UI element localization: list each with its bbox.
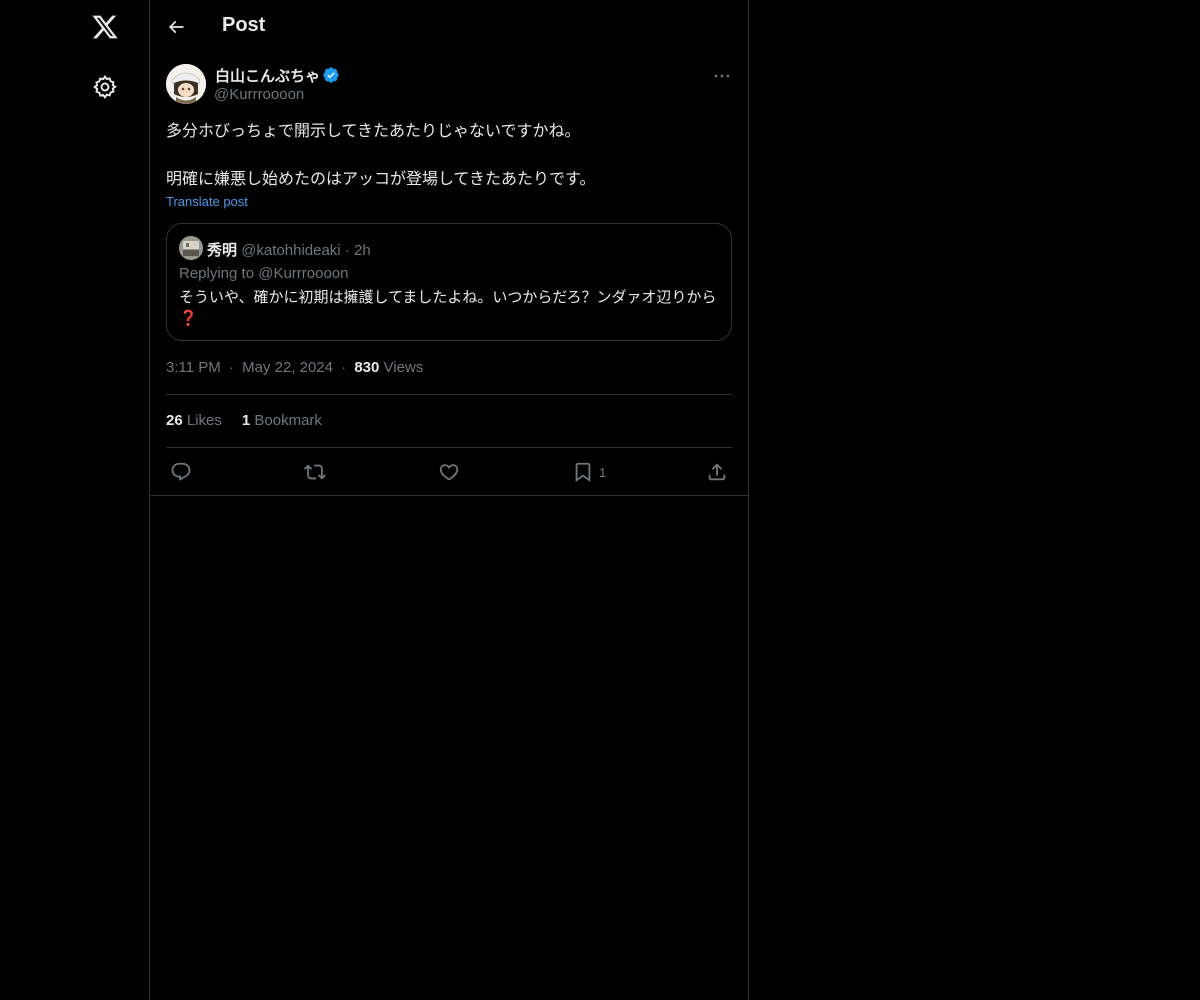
post-text: 多分ホびっちょで開示してきたあたりじゃないですかね。 明確に嫌悪し始めたのはアッ… <box>166 120 732 192</box>
question-mark-emoji-icon: ❓ <box>179 310 198 327</box>
arrow-left-icon[interactable] <box>166 17 186 37</box>
views-label: Views <box>383 359 424 376</box>
reply-icon[interactable] <box>170 461 192 483</box>
left-nav-rail <box>0 0 149 1000</box>
post-time[interactable]: 3:11 PM <box>166 359 221 376</box>
post-text-line: 明確に嫌悪し始めたのはアッコが登場してきたあたりです。 <box>166 171 596 188</box>
repost-icon[interactable] <box>304 461 326 483</box>
post-stats: 26 Likes 1 Bookmark <box>166 412 322 429</box>
quoted-post[interactable]: 秀明 @katohhideaki · 2h Replying to @Kurrr… <box>166 223 732 341</box>
gear-icon[interactable] <box>92 74 118 100</box>
quote-author-handle: @katohhideaki <box>241 242 341 259</box>
page-header: Post <box>150 0 748 54</box>
divider <box>166 447 732 448</box>
meta-separator: · <box>228 359 234 376</box>
quote-avatar <box>179 236 203 260</box>
quote-text-body: そういや、確かに初期は擁護してましたよね。いつからだろ？ンダァオ辺りから <box>179 289 717 306</box>
post-text-line: 多分ホびっちょで開示してきたあたりじゃないですかね。 <box>166 123 581 140</box>
bookmark-icon[interactable]: 1 <box>572 461 622 483</box>
translate-post-link[interactable]: Translate post <box>166 194 248 209</box>
author-name[interactable]: 白山こんぶちゃ <box>215 65 320 86</box>
divider <box>150 495 748 496</box>
quote-dot: · <box>344 242 350 259</box>
divider <box>166 394 732 395</box>
quote-header: 秀明 @katohhideaki · 2h <box>207 239 371 260</box>
author-handle[interactable]: @Kurrroooon <box>214 86 304 103</box>
post-date[interactable]: May 22, 2024 <box>242 359 333 376</box>
meta-separator: · <box>341 359 347 376</box>
verified-badge-icon <box>322 66 340 84</box>
main-column: Post 白山こんぶちゃ @Kurrroooon 多分ホびっちょで開示してきたあ… <box>149 0 749 1000</box>
likes-label: Likes <box>186 412 222 429</box>
quote-text: そういや、確かに初期は擁護してましたよね。いつからだろ？ンダァオ辺りから ❓ <box>179 287 724 329</box>
views-count: 830 <box>354 359 380 376</box>
bookmarks-stat[interactable]: 1 Bookmark <box>242 412 322 429</box>
quote-author-name: 秀明 <box>207 242 238 259</box>
action-bar: 1 <box>166 458 732 488</box>
bookmarks-count: 1 <box>241 412 251 429</box>
post-meta: 3:11 PM · May 22, 2024 · 830 Views <box>166 359 423 376</box>
quote-replying-to: Replying to @Kurrroooon <box>179 265 349 282</box>
x-logo-icon[interactable] <box>91 13 119 41</box>
likes-stat[interactable]: 26 Likes <box>166 412 222 429</box>
page-title: Post <box>222 14 266 36</box>
share-icon[interactable] <box>706 461 728 483</box>
avatar[interactable] <box>166 64 206 104</box>
more-dots-icon[interactable] <box>712 66 732 86</box>
quote-time: 2h <box>354 242 371 259</box>
likes-count: 26 <box>166 412 183 429</box>
bookmarks-label: Bookmark <box>254 412 322 429</box>
bookmark-count: 1 <box>599 465 607 480</box>
heart-icon[interactable] <box>438 461 460 483</box>
